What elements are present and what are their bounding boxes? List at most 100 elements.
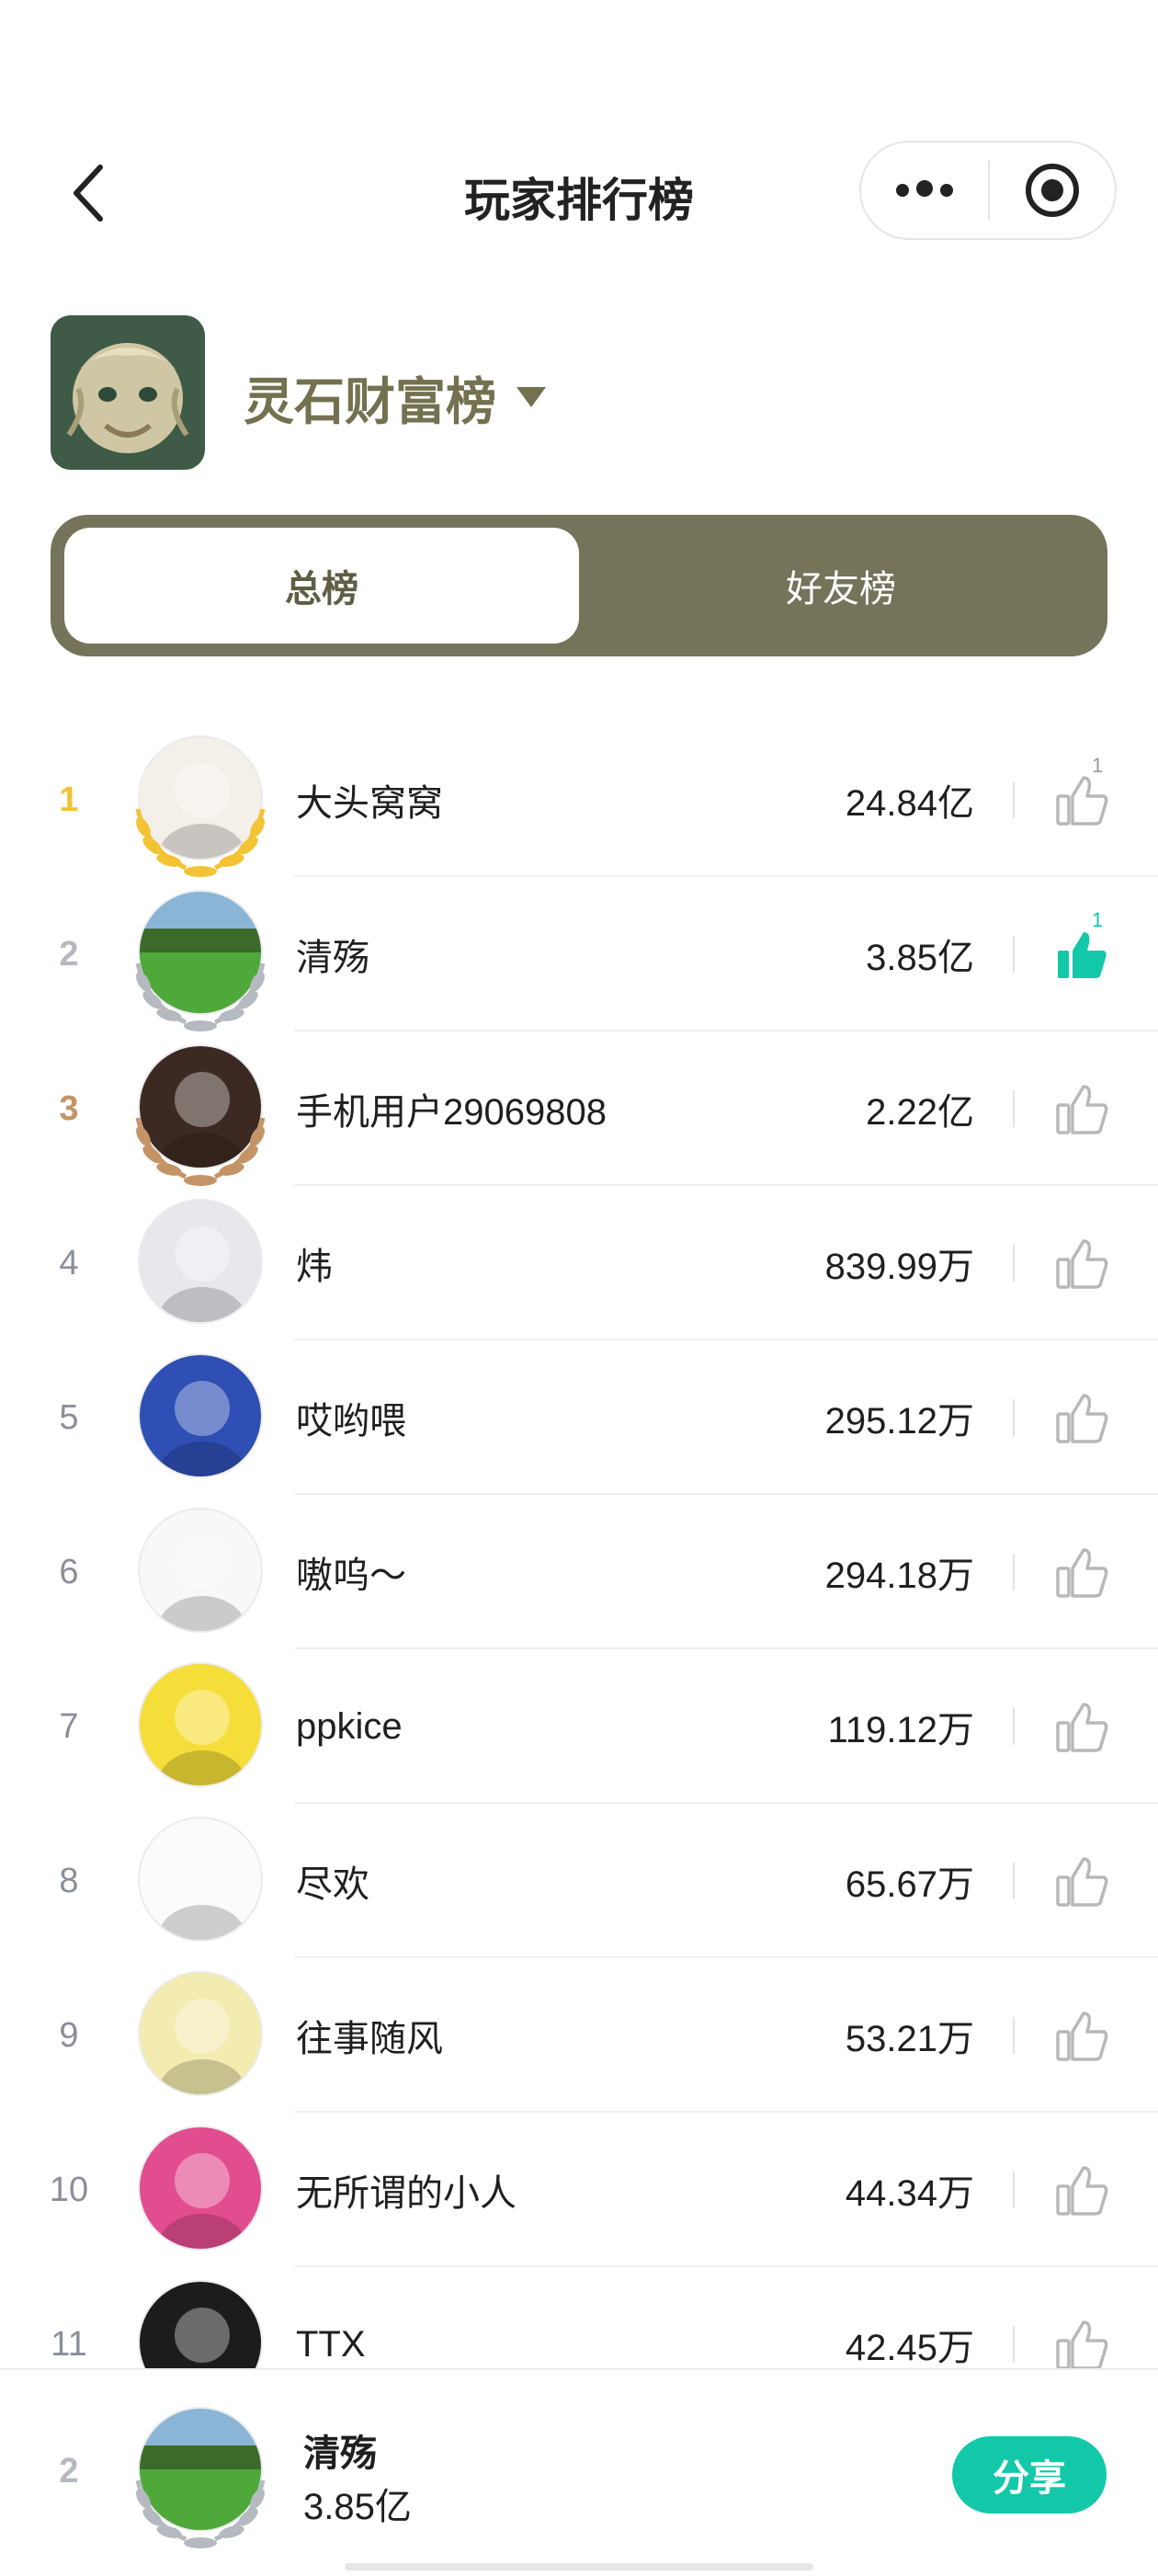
player-name: 清殇	[296, 938, 369, 978]
rank-number: 11	[51, 2324, 87, 2364]
player-name: 无所谓的小人	[296, 2173, 517, 2214]
board-name: 灵石财富榜	[244, 373, 497, 430]
avatar	[138, 1199, 263, 1324]
rank-number: 7	[59, 1706, 79, 1746]
tab-friends[interactable]: 好友榜	[584, 528, 1098, 644]
rank-number: 4	[59, 1243, 79, 1282]
divider	[1013, 936, 1015, 973]
ranking-row[interactable]: 10 无所谓的小人 44.34万	[0, 2113, 1158, 2267]
avatar	[138, 2126, 263, 2251]
player-score: 839.99万	[824, 1247, 974, 1287]
rank-number: 3	[59, 1089, 79, 1128]
divider	[1013, 1708, 1015, 1745]
player-score: 42.45万	[845, 2328, 974, 2368]
ranking-row[interactable]: 6 嗷呜～ 294.18万	[0, 1495, 1158, 1649]
ranking-row[interactable]: 8 尽欢 65.67万	[0, 1804, 1158, 1958]
nav-bar: 玩家排行榜	[0, 138, 1158, 248]
player-name: 大头窝窝	[296, 783, 443, 824]
divider	[1013, 1090, 1015, 1127]
like-count: 1	[1092, 908, 1104, 931]
target-icon	[1026, 164, 1079, 217]
player-name: 尽欢	[296, 1864, 369, 1905]
thumbs-up-icon	[1056, 1085, 1108, 1134]
avatar-wrap[interactable]	[129, 1971, 272, 2114]
rank-number: 2	[59, 934, 79, 974]
ranking-row[interactable]: 9 往事随风 53.21万	[0, 1958, 1158, 2113]
tab-bar: 总榜 好友榜	[51, 515, 1107, 656]
thumbs-up-icon	[1056, 1857, 1108, 1907]
avatar-wrap[interactable]	[129, 2280, 272, 2368]
caret-down-icon	[517, 387, 547, 407]
ranking-row[interactable]: 3 手机用户29069808 2.22亿	[0, 1032, 1158, 1186]
avatar-wrap[interactable]	[129, 1817, 272, 1960]
player-name: 手机用户29069808	[296, 1092, 607, 1133]
avatar-wrap[interactable]	[129, 1199, 272, 1342]
divider	[1013, 1554, 1015, 1590]
thumbs-up-icon	[1056, 1394, 1108, 1443]
avatar	[138, 1817, 263, 1942]
laurel-wreath-icon	[135, 2479, 266, 2548]
rank-number: 1	[59, 780, 79, 819]
player-score: 65.67万	[845, 1864, 974, 1905]
player-score: 44.34万	[845, 2173, 974, 2214]
player-name: 往事随风	[296, 2019, 443, 2059]
more-button[interactable]	[861, 142, 988, 238]
thumbs-up-icon	[1056, 776, 1108, 826]
avatar-wrap[interactable]	[129, 1044, 272, 1188]
my-name: 清殇	[303, 2434, 377, 2474]
ranking-row[interactable]: 7 ppkice 119.12万	[0, 1649, 1158, 1804]
avatar	[138, 1508, 263, 1633]
divider	[1013, 2017, 1015, 2054]
board-selector[interactable]: 灵石财富榜	[244, 360, 547, 434]
player-name: 炜	[296, 1247, 333, 1287]
divider	[1013, 2171, 1015, 2208]
avatar-wrap[interactable]	[129, 735, 272, 879]
avatar	[138, 1662, 263, 1787]
tab-overall[interactable]: 总榜	[64, 528, 579, 644]
home-indicator	[345, 2563, 813, 2570]
game-logo	[51, 315, 205, 470]
my-avatar	[129, 2407, 272, 2550]
close-button[interactable]	[990, 142, 1115, 238]
ranking-row[interactable]: 4 炜 839.99万	[0, 1186, 1158, 1340]
divider	[1013, 781, 1015, 818]
thumbs-up-icon	[1056, 2320, 1108, 2368]
divider	[1013, 2326, 1015, 2363]
divider	[1013, 1399, 1015, 1436]
mini-program-capsule	[859, 141, 1117, 240]
ranking-list[interactable]: 1 大头窝窝 24.84亿 1 2 清殇 3.85亿 1 3 手机用户29069808 2.22亿 4…	[0, 723, 1158, 2368]
player-score: 119.12万	[827, 1710, 974, 1750]
player-name: 哎哟喂	[296, 1401, 406, 1442]
my-rank-number: 2	[59, 2451, 79, 2491]
player-score: 53.21万	[845, 2019, 974, 2059]
ranking-row[interactable]: 1 大头窝窝 24.84亿 1	[0, 723, 1158, 877]
avatar-wrap[interactable]	[129, 890, 272, 1033]
thumbs-up-icon	[1056, 2166, 1108, 2216]
divider	[1013, 1863, 1015, 1899]
player-score: 24.84亿	[845, 783, 974, 824]
thumbs-up-icon	[1056, 1548, 1108, 1598]
share-button[interactable]: 分享	[952, 2436, 1107, 2513]
avatar-wrap[interactable]	[129, 1508, 272, 1651]
rank-number: 9	[59, 2015, 79, 2055]
avatar-wrap[interactable]	[129, 1353, 272, 1497]
ranking-row[interactable]: 2 清殇 3.85亿 1	[0, 877, 1158, 1032]
thumbs-up-icon	[1056, 1703, 1108, 1752]
avatar-wrap[interactable]	[129, 2126, 272, 2269]
thumbs-up-icon	[1058, 932, 1107, 978]
thumbs-up-icon	[1056, 2012, 1108, 2061]
like-count: 1	[1092, 754, 1104, 777]
ranking-row[interactable]: 5 哎哟喂 295.12万	[0, 1340, 1158, 1495]
laurel-wreath-icon	[135, 808, 266, 877]
my-score: 3.85亿	[303, 2487, 412, 2527]
avatar	[138, 1353, 263, 1478]
my-rank-bar: 2 清殇 3.85亿 分享	[0, 2368, 1158, 2576]
avatar-wrap[interactable]	[129, 1662, 272, 1806]
player-score: 295.12万	[824, 1401, 974, 1442]
player-score: 294.18万	[824, 1556, 974, 1596]
rank-number: 8	[59, 1861, 79, 1900]
player-score: 3.85亿	[866, 938, 974, 978]
player-score: 2.22亿	[866, 1092, 974, 1133]
ranking-row[interactable]: 11 TTX 42.45万	[0, 2267, 1158, 2368]
more-icon	[892, 179, 957, 201]
